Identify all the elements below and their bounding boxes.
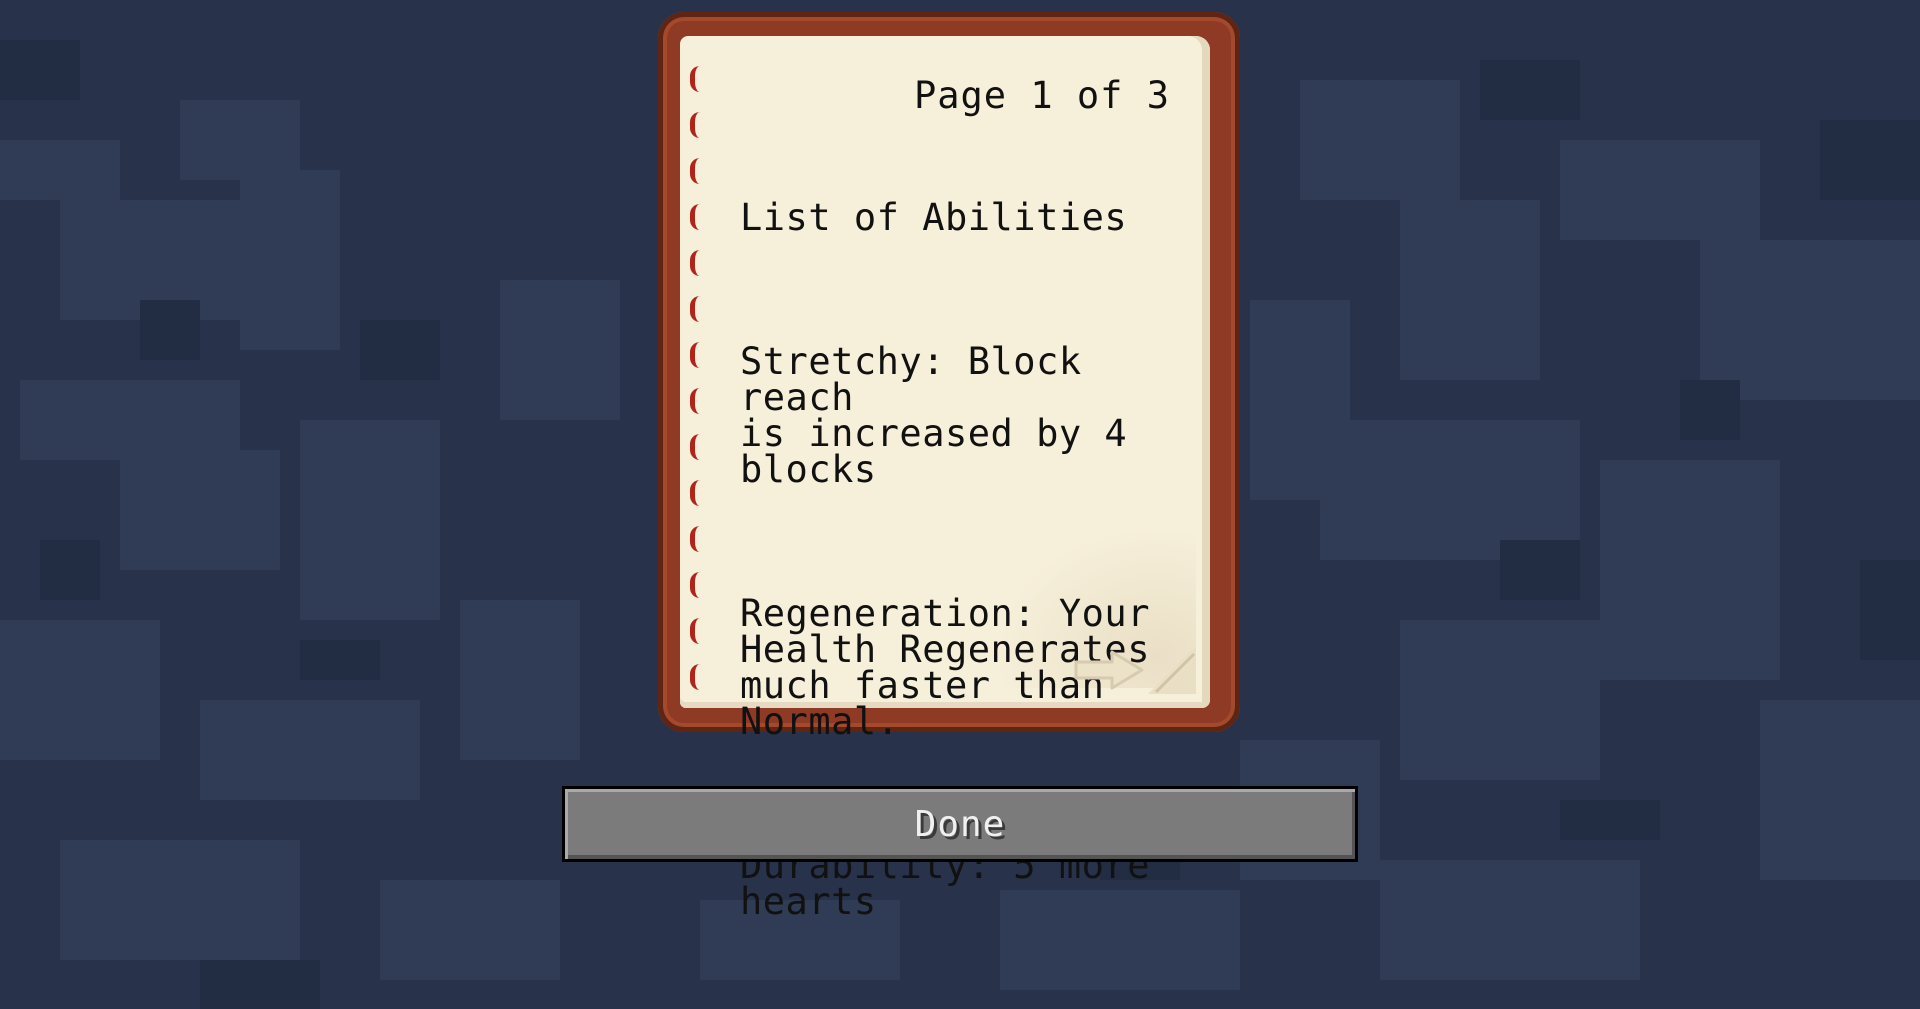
binding-ring: [690, 572, 702, 598]
page-indicator: Page 1 of 3: [913, 74, 1170, 117]
binding-ring: [690, 204, 702, 230]
book-page: Page 1 of 3 List of Abilities Stretchy: …: [680, 36, 1210, 920]
arrow-right-icon[interactable]: [1072, 648, 1146, 692]
binding-ring: [690, 664, 702, 690]
binding-ring: [690, 296, 702, 322]
done-button[interactable]: Done: [562, 786, 1358, 862]
page-curl-icon: [1148, 646, 1196, 694]
binding-ring: [690, 388, 702, 414]
page-content: List of Abilities Stretchy: Block reach …: [740, 128, 1190, 1009]
book: Page 1 of 3 List of Abilities Stretchy: …: [658, 12, 1240, 920]
binding-ring: [690, 112, 702, 138]
binding-ring: [690, 66, 702, 92]
binding-ring: [690, 480, 702, 506]
binding-ring: [690, 434, 702, 460]
book-binding: [690, 66, 710, 706]
binding-ring: [690, 250, 702, 276]
binding-ring: [690, 618, 702, 644]
binding-ring: [690, 342, 702, 368]
binding-ring: [690, 158, 702, 184]
book-page-title: List of Abilities: [740, 196, 1128, 239]
done-button-label: Done: [914, 803, 1006, 845]
binding-ring: [690, 526, 702, 552]
ability-stretchy: Stretchy: Block reach is increased by 4 …: [740, 340, 1128, 491]
